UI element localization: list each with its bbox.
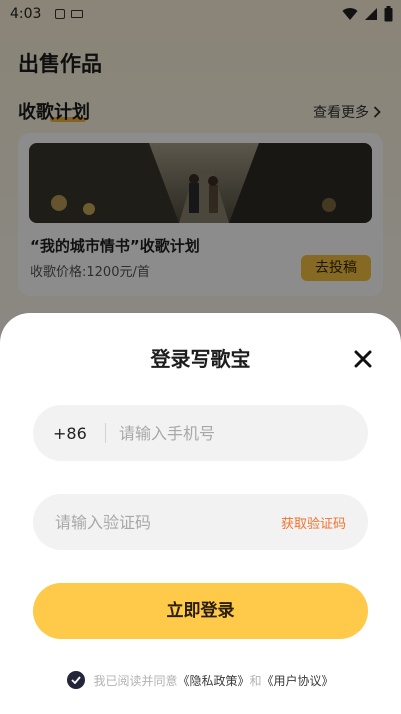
check-icon	[71, 676, 82, 684]
agreement-prefix: 我已阅读并同意	[93, 673, 178, 688]
close-icon	[354, 350, 372, 368]
country-code[interactable]: +86	[53, 424, 105, 443]
verification-code-field[interactable]: 获取验证码	[33, 494, 368, 550]
login-sheet: 登录写歌宝 +86 获取验证码 立即登录 我已阅读并同意 《隐私政策》 和 《用…	[0, 313, 401, 714]
user-agreement-link[interactable]: 《用户协议》	[262, 672, 334, 689]
verification-code-input[interactable]	[55, 512, 281, 532]
get-code-button[interactable]: 获取验证码	[281, 513, 346, 532]
agreement-and: 和	[249, 673, 262, 688]
privacy-policy-link[interactable]: 《隐私政策》	[177, 672, 249, 689]
close-button[interactable]	[350, 346, 376, 372]
login-button[interactable]: 立即登录	[33, 583, 368, 639]
agreement-checkbox[interactable]	[67, 671, 86, 689]
sheet-title: 登录写歌宝	[150, 347, 251, 371]
phone-field[interactable]: +86	[33, 405, 368, 461]
field-divider	[105, 423, 106, 443]
phone-input[interactable]	[119, 423, 368, 443]
agreement-row: 我已阅读并同意 《隐私政策》 和 《用户协议》	[0, 671, 401, 689]
